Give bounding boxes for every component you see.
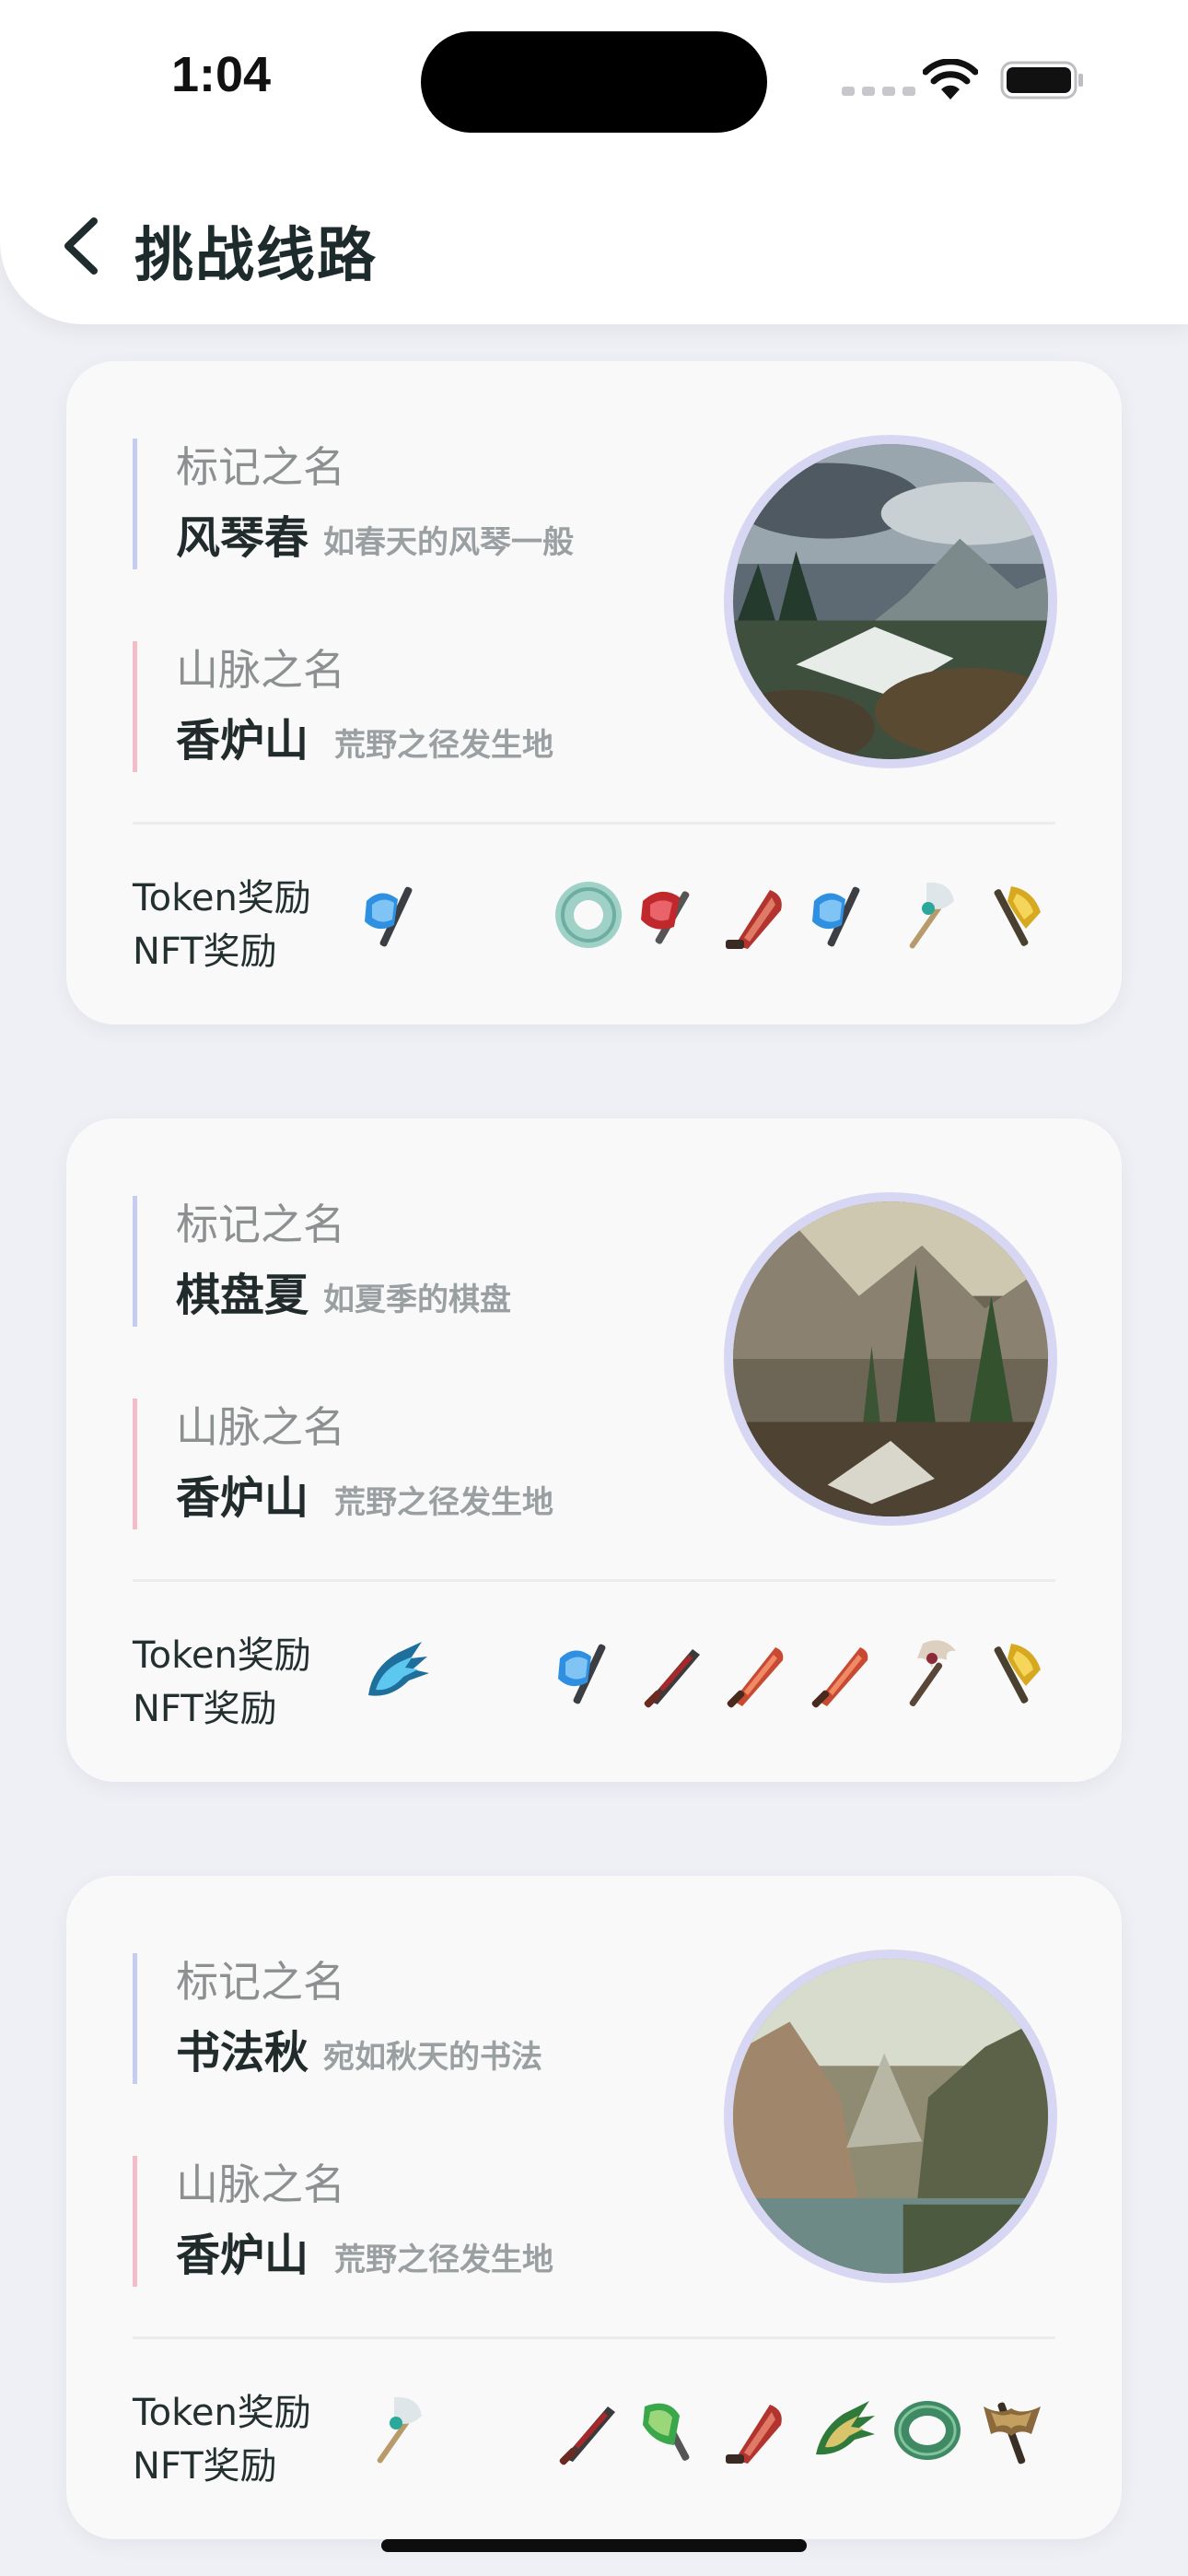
mountain-desc: 荒野之径发生地 [334, 2242, 554, 2278]
mark-block: 标记之名 风琴春 如春天的风琴一般 [133, 439, 574, 569]
nft-reward-label: NFT奖励 [133, 1688, 277, 1730]
blue-claw-icon[interactable] [354, 1631, 437, 1714]
gold-axe-icon[interactable] [971, 873, 1054, 956]
mountain-label: 山脉之名 [176, 645, 345, 695]
cellular-signal-icon [842, 87, 915, 96]
mark-block: 标记之名 书法秋 宛如秋天的书法 [133, 1953, 542, 2084]
chevron-left-icon [64, 217, 98, 275]
red-blade-icon[interactable] [716, 2388, 799, 2471]
reward-labels: Token奖励 NFT奖励 [133, 2386, 311, 2493]
dark-sword-icon[interactable] [547, 2388, 630, 2471]
red-sword-icon[interactable] [716, 1631, 799, 1714]
token-reward-label: Token奖励 [133, 877, 311, 919]
status-time: 1:04 [171, 47, 272, 102]
blue-axe-icon[interactable] [547, 1631, 630, 1714]
route-card-2[interactable]: 标记之名 棋盘夏 如夏季的棋盘 山脉之名 香炉山 荒野之径发生地 Token奖励… [66, 1118, 1122, 1782]
mountain-block: 山脉之名 香炉山 荒野之径发生地 [133, 2156, 553, 2287]
green-axe-icon[interactable] [632, 2388, 715, 2471]
mark-label: 标记之名 [176, 442, 345, 492]
nft-reward-list [547, 873, 1054, 956]
mountain-name: 香炉山 [176, 715, 309, 767]
reward-labels: Token奖励 NFT奖励 [133, 1629, 311, 1736]
mark-desc: 宛如秋天的书法 [323, 2039, 543, 2076]
mountain-label: 山脉之名 [176, 2160, 345, 2209]
mark-label: 标记之名 [176, 1200, 345, 1249]
red-axe-icon[interactable] [632, 873, 715, 956]
route-photo [724, 1950, 1057, 2283]
mark-block: 标记之名 棋盘夏 如夏季的棋盘 [133, 1196, 511, 1327]
back-button[interactable] [59, 214, 103, 278]
mark-name: 书法秋 [176, 2027, 309, 2078]
jade-ring-icon[interactable] [886, 2388, 969, 2471]
mark-name: 风琴春 [176, 512, 309, 564]
mountain-label: 山脉之名 [176, 1402, 345, 1452]
mark-desc: 如春天的风琴一般 [323, 524, 575, 561]
mountain-name: 香炉山 [176, 2230, 309, 2281]
staff-icon[interactable] [354, 2388, 437, 2471]
nft-reward-list [547, 2388, 1054, 2471]
token-reward-label: Token奖励 [133, 1634, 311, 1677]
dark-sword-icon[interactable] [632, 1631, 715, 1714]
mountain-desc: 荒野之径发生地 [334, 727, 554, 764]
mountain-block: 山脉之名 香炉山 荒野之径发生地 [133, 641, 553, 772]
nft-reward-list [547, 1631, 1054, 1714]
gold-axe-icon[interactable] [971, 1631, 1054, 1714]
route-card-1[interactable]: 标记之名 风琴春 如春天的风琴一般 山脉之名 香炉山 荒野之径发生地 Token… [66, 361, 1122, 1025]
card-divider [133, 2336, 1055, 2339]
nft-reward-label: NFT奖励 [133, 931, 277, 973]
red-blade-icon[interactable] [716, 873, 799, 956]
blue-axe-icon[interactable] [801, 873, 884, 956]
battery-icon [1000, 61, 1083, 100]
green-claw-icon[interactable] [801, 2388, 884, 2471]
bronze-axe-icon[interactable] [971, 2388, 1054, 2471]
token-reward-label: Token奖励 [133, 2392, 311, 2434]
mountain-desc: 荒野之径发生地 [334, 1484, 554, 1521]
mark-desc: 如夏季的棋盘 [323, 1282, 512, 1318]
wifi-icon [923, 59, 978, 100]
reward-labels: Token奖励 NFT奖励 [133, 872, 311, 978]
home-indicator[interactable] [381, 2539, 807, 2552]
red-sword-icon[interactable] [801, 1631, 884, 1714]
mountain-block: 山脉之名 香炉山 荒野之径发生地 [133, 1399, 553, 1529]
page-title: 挑战线路 [134, 222, 378, 290]
dynamic-island [421, 31, 767, 133]
route-photo [724, 435, 1057, 768]
route-card-3[interactable]: 标记之名 书法秋 宛如秋天的书法 山脉之名 香炉山 荒野之径发生地 Token奖… [66, 1876, 1122, 2539]
card-divider [133, 822, 1055, 825]
route-photo [724, 1192, 1057, 1526]
bone-staff-icon[interactable] [886, 1631, 969, 1714]
mark-name: 棋盘夏 [176, 1270, 309, 1321]
staff-icon[interactable] [886, 873, 969, 956]
jade-ring-icon[interactable] [547, 873, 630, 956]
mark-label: 标记之名 [176, 1957, 345, 2007]
blue-axe-icon[interactable] [354, 873, 437, 956]
card-divider [133, 1579, 1055, 1582]
mountain-name: 香炉山 [176, 1472, 309, 1524]
nft-reward-label: NFT奖励 [133, 2445, 277, 2488]
